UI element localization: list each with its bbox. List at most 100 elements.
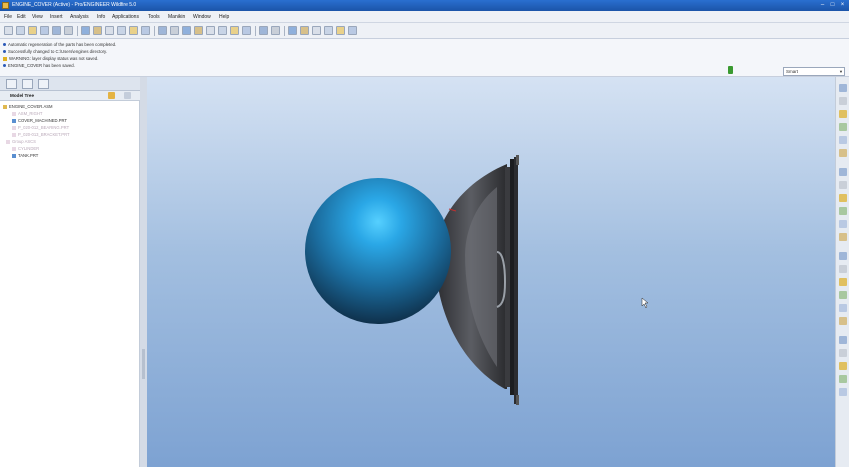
datum-plane-icon (12, 111, 16, 116)
print-icon[interactable] (40, 26, 49, 35)
menu-file[interactable]: File (4, 14, 12, 20)
zoom-in-icon[interactable] (206, 26, 215, 35)
annotation-icon[interactable] (336, 26, 345, 35)
engine-cover-part[interactable] (435, 155, 519, 405)
menu-view[interactable]: View (32, 14, 43, 20)
tree-item[interactable]: TANK.PRT (12, 153, 38, 158)
layers-icon[interactable] (259, 26, 268, 35)
zoom-out-icon[interactable] (218, 26, 227, 35)
favorites-tab[interactable] (38, 79, 49, 89)
model-tree-tab[interactable] (6, 79, 17, 89)
refit-icon[interactable] (230, 26, 239, 35)
offset-icon[interactable] (839, 349, 847, 357)
menu-help[interactable]: Help (219, 14, 229, 20)
tree-item[interactable]: COVER_MACHINED.PRT (12, 118, 67, 123)
graphics-viewport[interactable] (147, 77, 835, 467)
close-button[interactable]: × (839, 2, 846, 9)
message-line: WARNING: layer display status was not sa… (3, 56, 98, 61)
trim-icon[interactable] (839, 336, 847, 344)
tank-sphere-part[interactable] (305, 178, 451, 324)
tree-item-root[interactable]: ENGINE_COVER.ASM (3, 104, 53, 109)
tree-item[interactable]: P_020-013_BRACKET.PRT (12, 132, 70, 137)
menu-edit[interactable]: Edit (17, 14, 26, 20)
paste-icon[interactable] (117, 26, 126, 35)
new-icon[interactable] (4, 26, 13, 35)
spin-center-icon[interactable] (194, 26, 203, 35)
round-icon[interactable] (839, 220, 847, 228)
datum-axis-icon[interactable] (839, 97, 847, 105)
pane-splitter[interactable] (140, 77, 147, 467)
datum-plane-icon[interactable] (288, 26, 297, 35)
datum-plane-icon[interactable] (839, 84, 847, 92)
minimize-button[interactable]: – (819, 2, 826, 9)
style-icon[interactable] (839, 388, 847, 396)
tree-item[interactable]: Group ASCS (6, 139, 36, 144)
toolbar-separator (154, 26, 155, 36)
model-render (305, 155, 649, 405)
select-box-icon[interactable] (158, 26, 167, 35)
sketch-curve-icon[interactable] (839, 110, 847, 118)
info-icon (3, 64, 6, 68)
toolbar-separator (284, 26, 285, 36)
open-icon[interactable] (16, 26, 25, 35)
window-title: ENGINE_COVER (Active) - Pro/ENGINEER Wil… (12, 2, 137, 8)
csys-icon[interactable] (839, 136, 847, 144)
repaint-icon[interactable] (170, 26, 179, 35)
tree-item[interactable]: P_020-012_BEARING.PRT (12, 125, 69, 130)
datum-point-icon[interactable] (312, 26, 321, 35)
menu-manikin[interactable]: Manikin (168, 14, 185, 20)
save-icon[interactable] (28, 26, 37, 35)
feature-toolbar (835, 77, 849, 467)
rib-icon[interactable] (839, 252, 847, 260)
merge-icon[interactable] (839, 317, 847, 325)
datum-point-icon[interactable] (839, 123, 847, 131)
maximize-button[interactable]: □ (829, 2, 836, 9)
revolve-icon[interactable] (839, 181, 847, 189)
find-icon[interactable] (141, 26, 150, 35)
warning-icon (3, 56, 7, 61)
copy-icon[interactable] (64, 26, 73, 35)
splitter-grip[interactable] (142, 349, 145, 379)
extrude-icon[interactable] (839, 168, 847, 176)
cut-icon[interactable] (105, 26, 114, 35)
regenerate-icon[interactable] (129, 26, 138, 35)
sweep-icon[interactable] (839, 194, 847, 202)
menu-window[interactable]: Window (193, 14, 211, 20)
selection-filter-select[interactable]: Smart ▼ (783, 67, 845, 76)
tree-item[interactable]: ASM_RIGHT (12, 111, 42, 116)
menu-insert[interactable]: Insert (50, 14, 63, 20)
tree-item[interactable]: CYLINDER (12, 146, 39, 151)
mirror-icon[interactable] (839, 304, 847, 312)
chevron-down-icon: ▼ (839, 69, 843, 74)
draft-icon[interactable] (839, 265, 847, 273)
settings-icon[interactable] (108, 92, 115, 99)
menu-analysis[interactable]: Analysis (70, 14, 89, 20)
orient-icon[interactable] (182, 26, 191, 35)
named-view-icon[interactable] (242, 26, 251, 35)
info-icon (3, 50, 6, 54)
part-icon (12, 146, 16, 151)
pattern-icon[interactable] (839, 291, 847, 299)
model-tree-pane: ENGINE_COVER.ASM ASM_RIGHT COVER_MACHINE… (0, 101, 140, 467)
menu-tools[interactable]: Tools (148, 14, 160, 20)
chamfer-icon[interactable] (839, 233, 847, 241)
shell-icon[interactable] (839, 278, 847, 286)
whats-this-icon[interactable] (348, 26, 357, 35)
csys-icon[interactable] (324, 26, 333, 35)
part-icon (12, 125, 16, 130)
folder-browser-tab[interactable] (22, 79, 33, 89)
hole-icon[interactable] (839, 207, 847, 215)
email-icon[interactable] (52, 26, 61, 35)
undo-icon[interactable] (81, 26, 90, 35)
assembly-icon (3, 104, 7, 109)
thicken-icon[interactable] (839, 362, 847, 370)
toolbar-separator (77, 26, 78, 36)
menu-applications[interactable]: Applications (112, 14, 139, 20)
datum-axis-icon[interactable] (300, 26, 309, 35)
menu-info[interactable]: Info (97, 14, 105, 20)
display-style-icon[interactable] (271, 26, 280, 35)
solidify-icon[interactable] (839, 375, 847, 383)
redo-icon[interactable] (93, 26, 102, 35)
analysis-icon[interactable] (839, 149, 847, 157)
show-icon[interactable] (124, 92, 131, 99)
